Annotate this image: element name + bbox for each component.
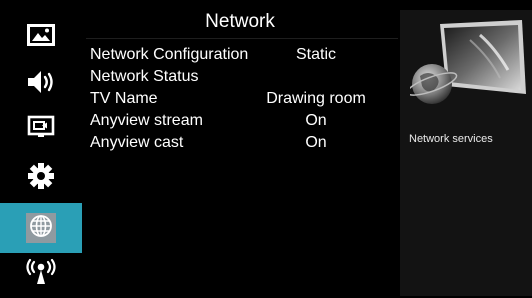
menu-row-label: TV Name xyxy=(90,90,158,107)
menu-row-network-configuration[interactable]: Network Configuration Static xyxy=(90,44,396,66)
sidebar-item-input-source[interactable] xyxy=(0,104,82,154)
network-icon-box xyxy=(26,213,56,243)
globe-icon xyxy=(29,214,53,243)
wireless-broadcast-icon xyxy=(26,256,56,291)
sidebar xyxy=(0,0,82,296)
network-menu: Network Configuration Static Network Sta… xyxy=(90,44,396,154)
menu-row-value: Static xyxy=(295,46,337,63)
menu-row-label: Anyview stream xyxy=(90,112,203,129)
menu-row-anyview-stream[interactable]: Anyview stream On xyxy=(90,110,396,132)
menu-row-value: Drawing room xyxy=(266,90,366,107)
gear-icon xyxy=(27,162,55,195)
menu-row-value: On xyxy=(305,112,327,129)
page-title: Network xyxy=(205,11,275,32)
sidebar-item-settings[interactable] xyxy=(0,153,82,203)
speaker-icon xyxy=(26,69,56,100)
menu-row-value: On xyxy=(305,134,327,151)
sidebar-item-wireless[interactable] xyxy=(0,248,82,298)
input-source-icon xyxy=(27,115,55,144)
sidebar-item-picture[interactable] xyxy=(0,12,82,62)
sidebar-item-sound[interactable] xyxy=(0,59,82,109)
sidebar-item-network[interactable] xyxy=(0,203,82,253)
title-divider xyxy=(86,38,398,39)
menu-row-label: Network Status xyxy=(90,68,199,85)
picture-icon xyxy=(27,23,55,51)
menu-row-label: Network Configuration xyxy=(90,46,249,63)
menu-row-network-status[interactable]: Network Status xyxy=(90,66,396,88)
menu-row-label: Anyview cast xyxy=(90,134,184,151)
info-description: Network services xyxy=(409,133,493,145)
menu-row-anyview-cast[interactable]: Anyview cast On xyxy=(90,132,396,154)
globe-screen-illustration-icon xyxy=(406,20,526,121)
menu-row-tv-name[interactable]: TV Name Drawing room xyxy=(90,88,396,110)
